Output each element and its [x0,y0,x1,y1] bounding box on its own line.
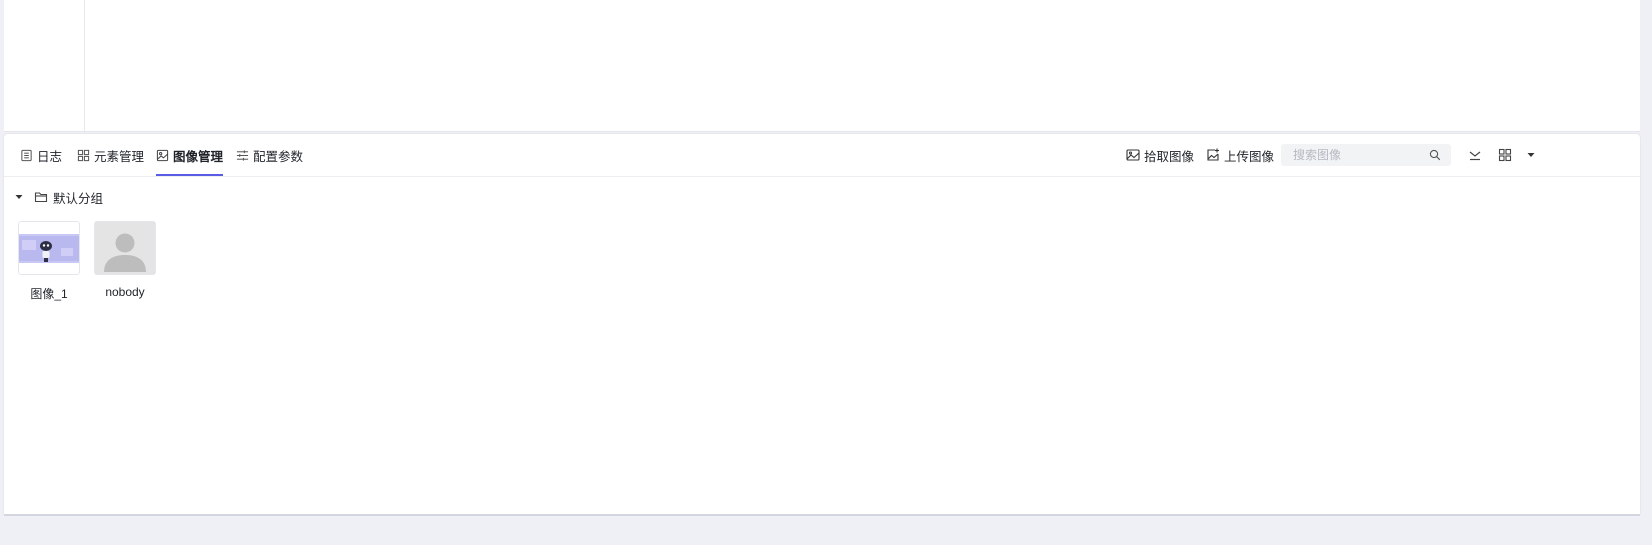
image-name: nobody [105,285,145,299]
tab-elements[interactable]: 元素管理 [77,134,144,176]
default-avatar-icon [95,222,155,274]
tab-log[interactable]: 日志 [20,134,62,176]
group-header[interactable]: 默认分组 [14,188,103,206]
tab-bar: 日志 元素管理 图像管理 配置参数 拾取图像 上传图像 搜索图像 [4,134,1640,177]
group-name: 默认分组 [53,191,104,206]
collapse-icon [1469,151,1481,161]
tab-elements-label: 元素管理 [94,149,145,164]
picture-icon [1126,149,1140,161]
sliders-icon [236,149,249,161]
grid-view-icon [1498,148,1512,162]
image-card[interactable]: 图像_1 [18,221,80,302]
tab-images[interactable]: 图像管理 [156,134,224,176]
pick-image-button[interactable]: 拾取图像 [1126,145,1194,165]
tab-config[interactable]: 配置参数 [236,134,303,176]
robot-thumbnail-icon [19,222,79,274]
search-icon[interactable] [1429,149,1441,161]
grid-view-button[interactable] [1497,147,1513,163]
tab-config-label: 配置参数 [253,149,304,164]
view-options-dropdown[interactable] [1523,147,1539,163]
tab-log-label: 日志 [37,149,63,164]
image-card[interactable]: nobody [94,221,156,299]
image-thumbnail[interactable] [18,221,80,275]
status-strip [0,514,1652,545]
folder-icon [34,192,48,203]
image-upload-icon [1207,148,1219,161]
image-thumbnail[interactable] [94,221,156,275]
search-input[interactable] [1291,147,1425,163]
upload-image-label: 上传图像 [1224,149,1275,164]
upload-image-button[interactable]: 上传图像 [1206,145,1274,165]
image-manager-panel: 日志 元素管理 图像管理 配置参数 拾取图像 上传图像 搜索图像 默认分组 图像… [4,134,1640,514]
divider [4,514,1640,516]
line-gutter [4,0,85,131]
collapse-panel-button[interactable] [1467,147,1483,163]
list-icon [21,149,32,161]
grid-icon [77,149,90,161]
caret-down-icon [1527,153,1535,157]
image-name: 图像_1 [30,287,68,301]
editor-panel [4,0,1640,132]
image-icon [156,149,169,161]
image-search[interactable] [1281,144,1451,166]
tab-images-label: 图像管理 [173,149,224,164]
caret-down-icon[interactable] [14,192,24,202]
pick-image-label: 拾取图像 [1144,149,1195,164]
